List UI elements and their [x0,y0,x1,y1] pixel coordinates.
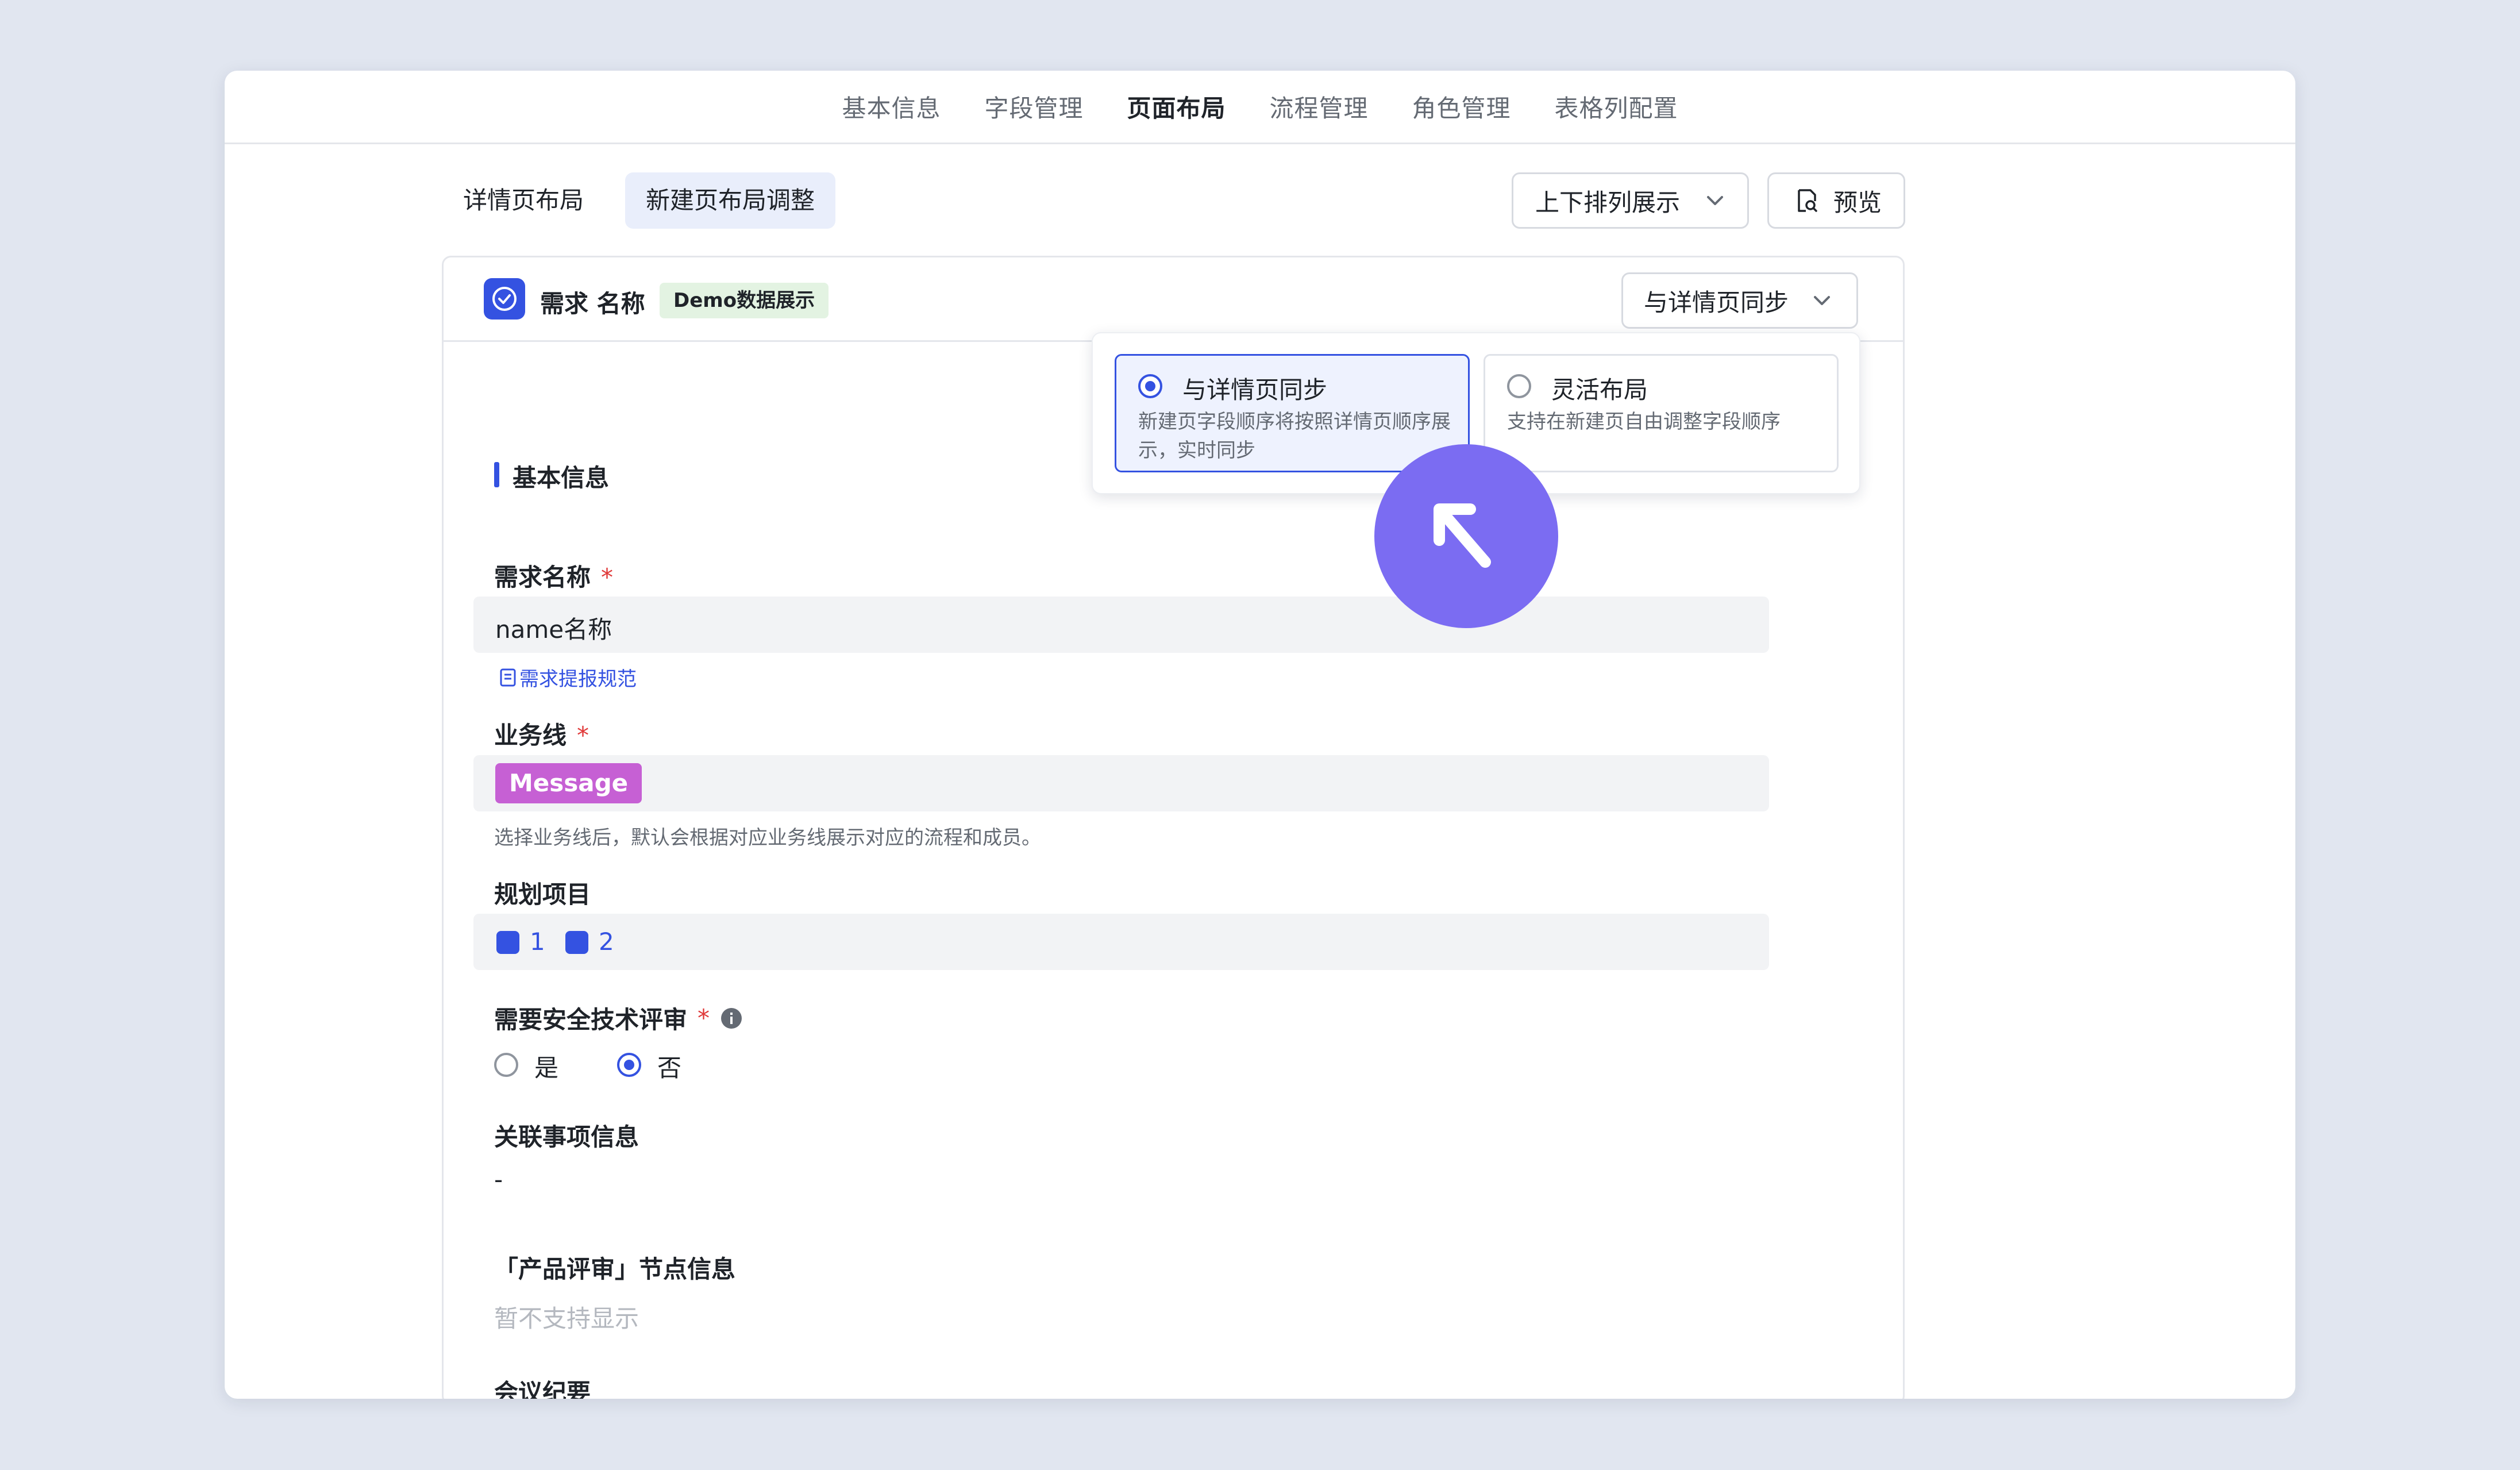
name-input-value: name名称 [495,615,612,644]
arrange-select[interactable]: 上下排列展示 [1512,172,1749,229]
field-label-plan-project: 规划项目 [494,880,591,909]
option-flexible-desc: 支持在新建页自由调整字段顺序 [1507,410,1781,433]
top-nav: 基本信息 字段管理 页面布局 流程管理 角色管理 表格列配置 [225,71,2295,144]
name-input[interactable]: name名称 [473,597,1769,653]
plan-project-select[interactable]: 1 2 [473,914,1769,970]
subtab-new-layout[interactable]: 新建页布局调整 [625,172,836,229]
section-title-bar [494,462,499,487]
chevron-down-icon [1707,196,1723,205]
product-review-value: 暂不支持显示 [494,1304,639,1333]
field-label-meeting: 会议纪要 [494,1379,591,1399]
related-info-value: - [494,1165,503,1194]
chevron-down-icon [1814,296,1830,305]
tab-table-columns[interactable]: 表格列配置 [1555,89,1678,124]
project-item-2: 2 [599,928,614,956]
sync-select-label: 与详情页同步 [1644,288,1789,317]
tab-field-management[interactable]: 字段管理 [984,89,1083,124]
field-label-business-line: 业务线 * [494,721,589,749]
radio-yes[interactable] [494,1053,518,1077]
project-item-1: 1 [530,928,545,956]
project-square-icon [565,931,588,954]
app-window: 基本信息 字段管理 页面布局 流程管理 角色管理 表格列配置 详情页布局 新建页… [225,71,2295,1399]
project-square-icon [496,931,519,954]
option-sync-radio [1138,374,1162,398]
preview-button-label: 预览 [1833,188,1882,217]
radio-no-label: 否 [657,1054,682,1082]
demo-badge: Demo数据展示 [660,283,829,318]
preview-icon [1798,189,1817,212]
info-icon[interactable] [720,1007,743,1030]
business-line-tag: Message [495,763,642,803]
tab-page-layout[interactable]: 页面布局 [1127,89,1226,124]
option-flexible-radio [1507,374,1531,398]
tab-flow-management[interactable]: 流程管理 [1270,89,1369,124]
option-sync-title: 与详情页同步 [1182,376,1328,404]
section-title: 基本信息 [513,464,610,492]
sync-select[interactable]: 与详情页同步 [1621,272,1858,329]
tab-basic-info[interactable]: 基本信息 [842,89,941,124]
tab-role-management[interactable]: 角色管理 [1412,89,1511,124]
radio-yes-label: 是 [534,1054,559,1082]
business-line-hint: 选择业务线后，默认会根据对应业务线展示对应的流程和成员。 [494,826,1041,849]
option-sync-detail[interactable]: 与详情页同步 新建页字段顺序将按照详情页顺序展示，实时同步 [1115,354,1470,472]
option-flexible-layout[interactable]: 灵活布局 支持在新建页自由调整字段顺序 [1484,354,1839,472]
radio-no[interactable] [617,1053,641,1077]
card-header: 需求 名称 Demo数据展示 与详情页同步 [444,257,1903,342]
card-title: 需求 名称 [540,290,645,318]
preview-button[interactable]: 预览 [1767,172,1905,229]
subtab-detail-layout[interactable]: 详情页布局 [442,172,604,229]
requirement-spec-link[interactable]: 需求提报规范 [499,663,637,691]
cursor-highlight [1374,444,1558,628]
field-label-related-info: 关联事项信息 [494,1123,639,1151]
field-label-security-review: 需要安全技术评审 * [494,1000,743,1036]
option-flexible-title: 灵活布局 [1551,376,1648,404]
requirement-icon [484,278,525,320]
arrow-cursor-icon [1434,503,1491,568]
arrange-select-label: 上下排列展示 [1535,188,1681,217]
field-label-product-review: 「产品评审」节点信息 [494,1255,736,1283]
business-line-select[interactable]: Message [473,755,1769,811]
option-sync-desc: 新建页字段顺序将按照详情页顺序展示，实时同步 [1138,410,1451,462]
document-icon [500,668,516,686]
field-label-name: 需求名称 * [494,563,614,591]
